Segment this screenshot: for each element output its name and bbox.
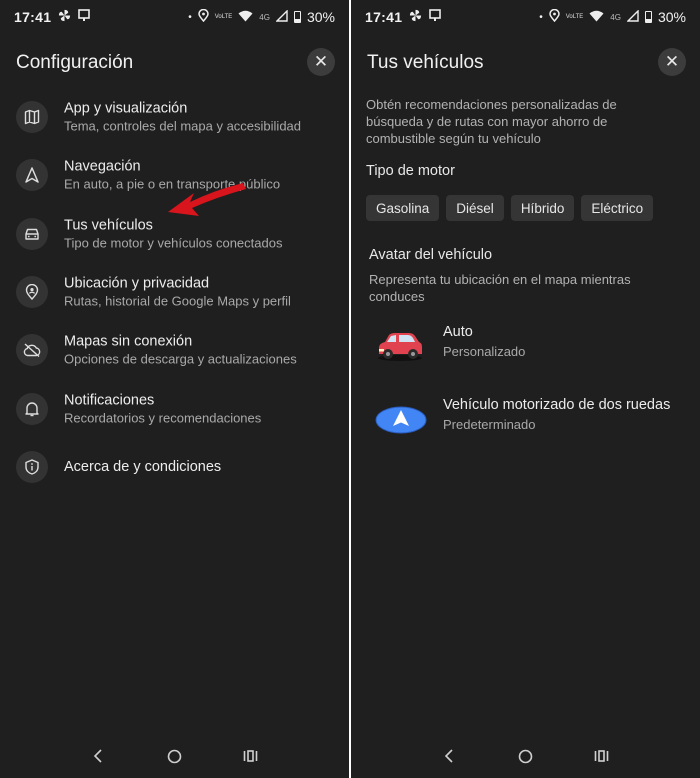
home-button[interactable] (161, 743, 187, 769)
home-button[interactable] (512, 743, 538, 769)
menu-item-app-visualization[interactable]: App y visualización Tema, controles del … (0, 88, 349, 146)
chip-electric[interactable]: Eléctrico (581, 195, 654, 221)
page-title: Configuración (16, 52, 134, 73)
menu-item-subtitle: Opciones de descarga y actualizaciones (64, 351, 297, 367)
chip-hybrid[interactable]: Híbrido (510, 195, 575, 221)
page-title: Tus vehículos (367, 52, 484, 73)
menu-item-text: Notificaciones Recordatorios y recomenda… (64, 391, 261, 426)
recents-button[interactable] (589, 743, 615, 769)
menu-item-text: App y visualización Tema, controles del … (64, 100, 301, 135)
screenshot-icon (78, 9, 91, 25)
vehicle-avatar-title: Avatar del vehículo (369, 247, 493, 263)
menu-item-subtitle: Recordatorios y recomendaciones (64, 410, 262, 426)
status-bar: 17:41 • VoLTE 4G 30% (0, 0, 349, 34)
recents-icon (244, 750, 258, 762)
red-car-icon (375, 330, 425, 367)
menu-item-label: Ubicación y privacidad (64, 275, 210, 292)
dot-icon: • (188, 11, 192, 23)
system-nav-bar (0, 734, 349, 778)
home-icon (518, 749, 533, 763)
menu-item-location-privacy[interactable]: Ubicación y privacidad Rutas, historial … (0, 263, 349, 321)
vehicle-option-car[interactable]: Auto Personalizado (369, 322, 689, 376)
signal-icon (626, 8, 639, 25)
back-button[interactable] (436, 743, 462, 769)
vehicles-panel: 17:41 • VoLTE 4G 30% Tus vehículos ✕ Obt… (351, 0, 700, 778)
menu-item-label: Navegación (64, 158, 141, 175)
menu-item-subtitle: Rutas, historial de Google Maps y perfil (64, 293, 291, 309)
volte-label: VoLTE (214, 14, 233, 20)
volte-label: VoLTE (565, 14, 584, 20)
dot-icon: • (539, 11, 543, 23)
chip-diesel[interactable]: Diésel (446, 195, 504, 221)
info-shield-icon (16, 450, 48, 483)
battery-percent: 30% (306, 9, 335, 25)
location-icon (197, 8, 209, 25)
wifi-icon (589, 10, 604, 25)
home-icon (167, 749, 182, 763)
menu-item-about-terms[interactable]: Acerca de y condiciones (0, 438, 349, 496)
engine-type-chips: Gasolina Diésel Híbrido Eléctrico (366, 195, 654, 221)
signal-icon (275, 8, 288, 25)
vehicle-option-text: Vehículo motorizado de dos ruedas Predet… (443, 395, 670, 435)
battery-percent: 30% (657, 9, 686, 25)
chip-gasoline[interactable]: Gasolina (366, 195, 440, 221)
menu-item-label: Acerca de y condiciones (64, 458, 222, 475)
back-icon (445, 749, 453, 763)
location-pin-icon (16, 276, 48, 309)
menu-item-offline-maps[interactable]: Mapas sin conexión Opciones de descarga … (0, 321, 349, 379)
close-button[interactable]: ✕ (307, 48, 335, 76)
vehicle-name: Vehículo motorizado de dos ruedas (443, 397, 671, 413)
close-button[interactable]: ✕ (658, 48, 686, 76)
status-bar: 17:41 • VoLTE 4G 30% (351, 0, 700, 34)
pinwheel-icon (409, 9, 422, 25)
settings-panel: 17:41 • VoLTE 4G 30% Configuración ✕ App… (0, 0, 349, 778)
network-type: 4G (259, 12, 270, 22)
engine-type-label: Tipo de motor (366, 163, 455, 179)
back-icon (94, 749, 102, 763)
red-arrow-annotation (168, 183, 246, 216)
menu-item-label: App y visualización (64, 100, 188, 117)
car-icon (16, 217, 48, 250)
vehicle-avatar-description: Representa tu ubicación en el mapa mient… (369, 272, 631, 304)
screenshot-icon (429, 9, 442, 25)
navigation-arrow-icon (16, 159, 48, 192)
menu-item-subtitle: Tema, controles del mapa y accesibilidad (64, 118, 302, 134)
recents-button[interactable] (238, 743, 264, 769)
menu-item-label: Notificaciones (64, 392, 155, 409)
vehicle-name: Auto (443, 324, 473, 340)
volte-indicator: VoLTE (215, 14, 233, 20)
close-icon: ✕ (664, 52, 680, 71)
menu-item-text: Mapas sin conexión Opciones de descarga … (64, 333, 297, 368)
vehicle-option-two-wheeler[interactable]: Vehículo motorizado de dos ruedas Predet… (369, 395, 689, 449)
status-time: 17:41 (365, 9, 403, 25)
map-icon (16, 101, 48, 134)
menu-item-notifications[interactable]: Notificaciones Recordatorios y recomenda… (0, 379, 349, 437)
system-nav-bar (351, 734, 700, 778)
vehicle-sub: Personalizado (443, 344, 526, 359)
recents-icon (595, 750, 609, 762)
menu-item-text: Acerca de y condiciones (64, 458, 221, 476)
vehicle-sub: Predeterminado (443, 417, 536, 432)
status-time: 17:41 (14, 9, 52, 25)
settings-menu: App y visualización Tema, controles del … (0, 88, 349, 496)
battery-icon (293, 11, 301, 23)
menu-item-subtitle: Tipo de motor y vehículos conectados (64, 235, 283, 251)
volte-indicator: VoLTE (566, 14, 584, 20)
wifi-icon (238, 10, 253, 25)
menu-item-label: Mapas sin conexión (64, 333, 193, 350)
battery-icon (644, 11, 652, 23)
vehicles-description: Obtén recomendaciones personalizadas de … (366, 97, 617, 146)
vehicle-option-text: Auto Personalizado (443, 322, 525, 362)
bell-icon (16, 392, 48, 425)
pinwheel-icon (58, 9, 71, 25)
location-icon (548, 8, 560, 25)
blue-nav-arrow-icon (375, 403, 427, 440)
network-type: 4G (610, 12, 621, 22)
back-button[interactable] (85, 743, 111, 769)
close-icon: ✕ (313, 52, 329, 71)
menu-item-text: Ubicación y privacidad Rutas, historial … (64, 275, 291, 310)
cloud-off-icon (16, 334, 48, 367)
